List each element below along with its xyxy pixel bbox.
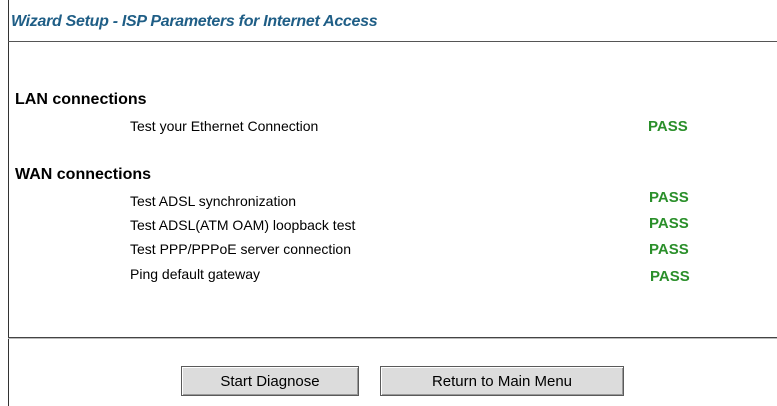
ping-gateway-status: PASS xyxy=(650,268,690,285)
test-adsl-sync-label: Test ADSL synchronization xyxy=(130,193,297,209)
ping-gateway-label: Ping default gateway xyxy=(130,266,260,282)
test-adsl-sync-status: PASS xyxy=(649,189,689,206)
lan-connections-heading: LAN connections xyxy=(15,91,147,108)
test-ethernet-label: Test your Ethernet Connection xyxy=(130,118,319,134)
return-main-menu-button[interactable]: Return to Main Menu xyxy=(380,366,624,396)
test-ppp-server-label: Test PPP/PPPoE server connection xyxy=(130,241,351,257)
test-adsl-loopback-status: PASS xyxy=(649,215,689,232)
start-diagnose-button[interactable]: Start Diagnose xyxy=(181,366,359,396)
wan-connections-heading: WAN connections xyxy=(15,166,152,183)
title-divider xyxy=(8,41,777,42)
test-ppp-server-status: PASS xyxy=(649,241,689,258)
test-adsl-loopback-label: Test ADSL(ATM OAM) loopback test xyxy=(130,217,356,233)
bottom-divider xyxy=(8,337,777,338)
test-ethernet-status: PASS xyxy=(648,118,688,135)
page-title: Wizard Setup - ISP Parameters for Intern… xyxy=(11,13,378,30)
